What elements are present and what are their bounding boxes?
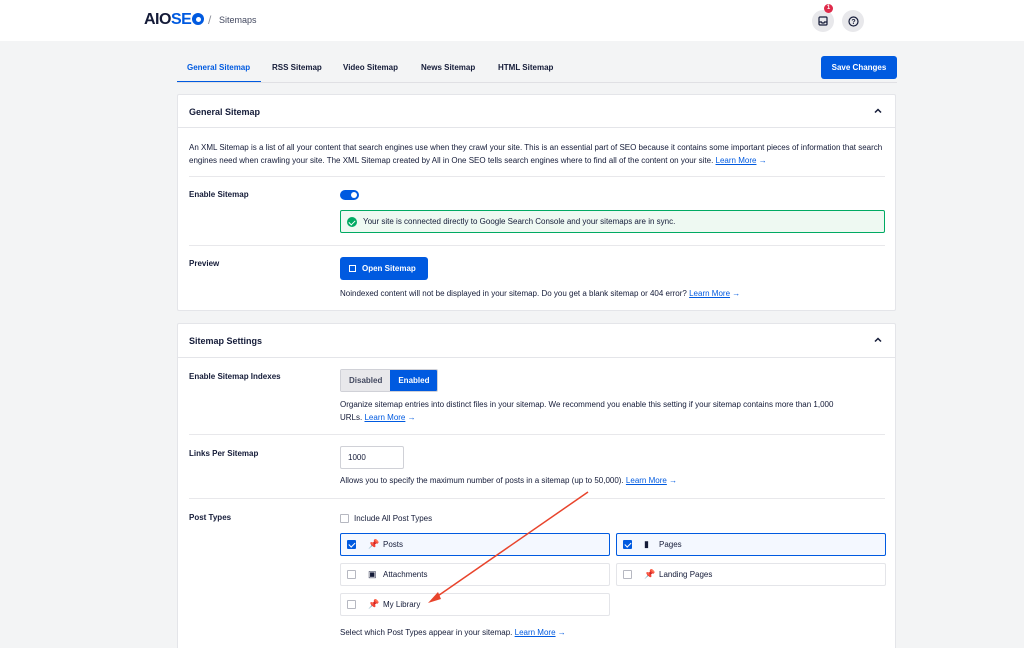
annotation-arrow <box>428 491 589 603</box>
